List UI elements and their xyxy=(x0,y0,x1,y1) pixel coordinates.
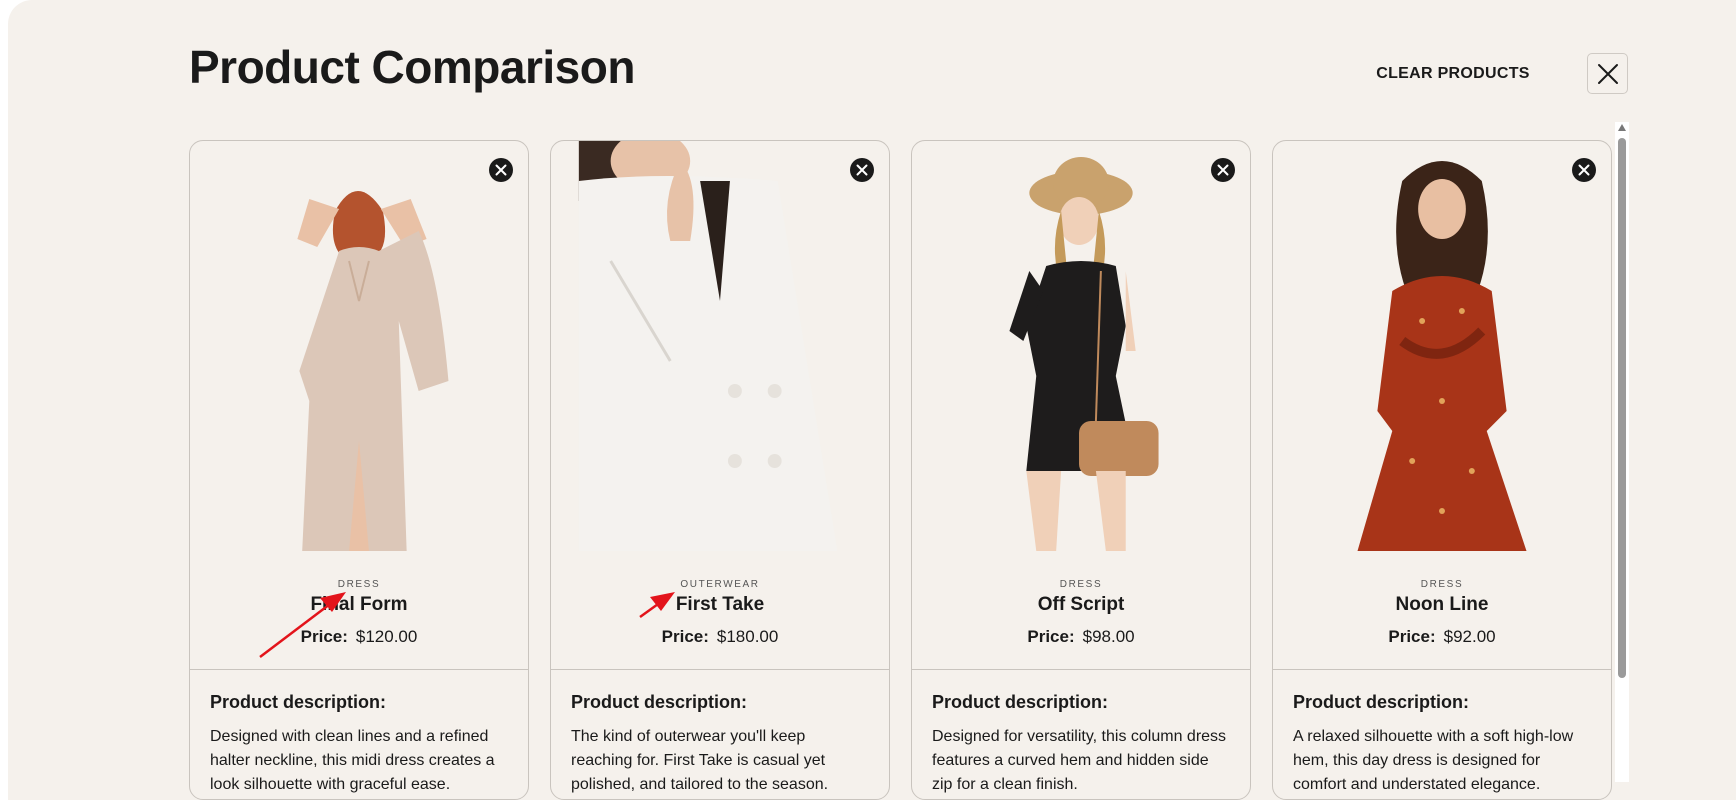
product-price: Price: $98.00 xyxy=(912,627,1250,647)
product-description: The kind of outerwear you'll keep reachi… xyxy=(571,728,829,793)
product-price: Price: $120.00 xyxy=(190,627,528,647)
divider xyxy=(190,669,528,670)
product-image xyxy=(1009,157,1159,551)
close-icon xyxy=(495,164,507,176)
clear-products-button[interactable]: CLEAR PRODUCTS xyxy=(1368,60,1538,88)
product-category: DRESS xyxy=(1420,579,1464,590)
product-card: DRESS Final Form Price: $120.00 Product d… xyxy=(189,140,529,800)
product-category: OUTERWEAR xyxy=(680,579,760,590)
price-value: $120.00 xyxy=(355,627,418,646)
description-heading: Product description: xyxy=(210,692,387,712)
close-icon xyxy=(1217,164,1229,176)
scroll-up-arrow[interactable] xyxy=(1618,124,1626,131)
product-description: A relaxed silhouette with a soft high-lo… xyxy=(1293,728,1574,793)
remove-product-button[interactable] xyxy=(850,158,874,182)
product-name[interactable]: Final Form xyxy=(190,594,528,616)
divider xyxy=(551,669,889,670)
product-card: OUTERWEAR First Take Price: $180.00 Produ… xyxy=(550,140,890,800)
page-title: Product Comparison xyxy=(189,41,635,93)
scrollbar[interactable] xyxy=(1615,122,1629,782)
price-label: Price: xyxy=(1027,627,1075,646)
product-name[interactable]: Off Script xyxy=(912,594,1250,616)
price-value: $92.00 xyxy=(1443,627,1496,646)
remove-product-button[interactable] xyxy=(489,158,513,182)
close-icon xyxy=(1578,164,1590,176)
product-price: Price: $180.00 xyxy=(551,627,889,647)
close-icon xyxy=(856,164,868,176)
scroll-thumb[interactable] xyxy=(1618,138,1626,678)
product-category: DRESS xyxy=(1059,579,1103,590)
divider xyxy=(1273,669,1611,670)
close-icon xyxy=(1597,63,1618,84)
product-image xyxy=(297,191,449,551)
remove-product-button[interactable] xyxy=(1211,158,1235,182)
product-description: Designed with clean lines and a refined … xyxy=(210,728,495,793)
product-price: Price: $92.00 xyxy=(1273,627,1611,647)
price-label: Price: xyxy=(661,627,709,646)
price-label: Price: xyxy=(300,627,348,646)
close-button[interactable] xyxy=(1587,53,1628,94)
description-heading: Product description: xyxy=(1293,692,1470,712)
product-image xyxy=(1357,161,1527,551)
description-heading: Product description: xyxy=(571,692,748,712)
product-description: Designed for versatility, this column dr… xyxy=(932,728,1227,793)
product-category: DRESS xyxy=(337,579,381,590)
product-name[interactable]: First Take xyxy=(551,594,889,616)
product-card: DRESS Off Script Price: $98.00 Product de… xyxy=(911,140,1251,800)
price-label: Price: xyxy=(1388,627,1436,646)
product-card: DRESS Noon Line Price: $92.00 Product des… xyxy=(1272,140,1612,800)
product-image xyxy=(578,141,838,551)
remove-product-button[interactable] xyxy=(1572,158,1596,182)
description-heading: Product description: xyxy=(932,692,1109,712)
price-value: $98.00 xyxy=(1082,627,1135,646)
divider xyxy=(912,669,1250,670)
price-value: $180.00 xyxy=(716,627,779,646)
product-name[interactable]: Noon Line xyxy=(1273,594,1611,616)
